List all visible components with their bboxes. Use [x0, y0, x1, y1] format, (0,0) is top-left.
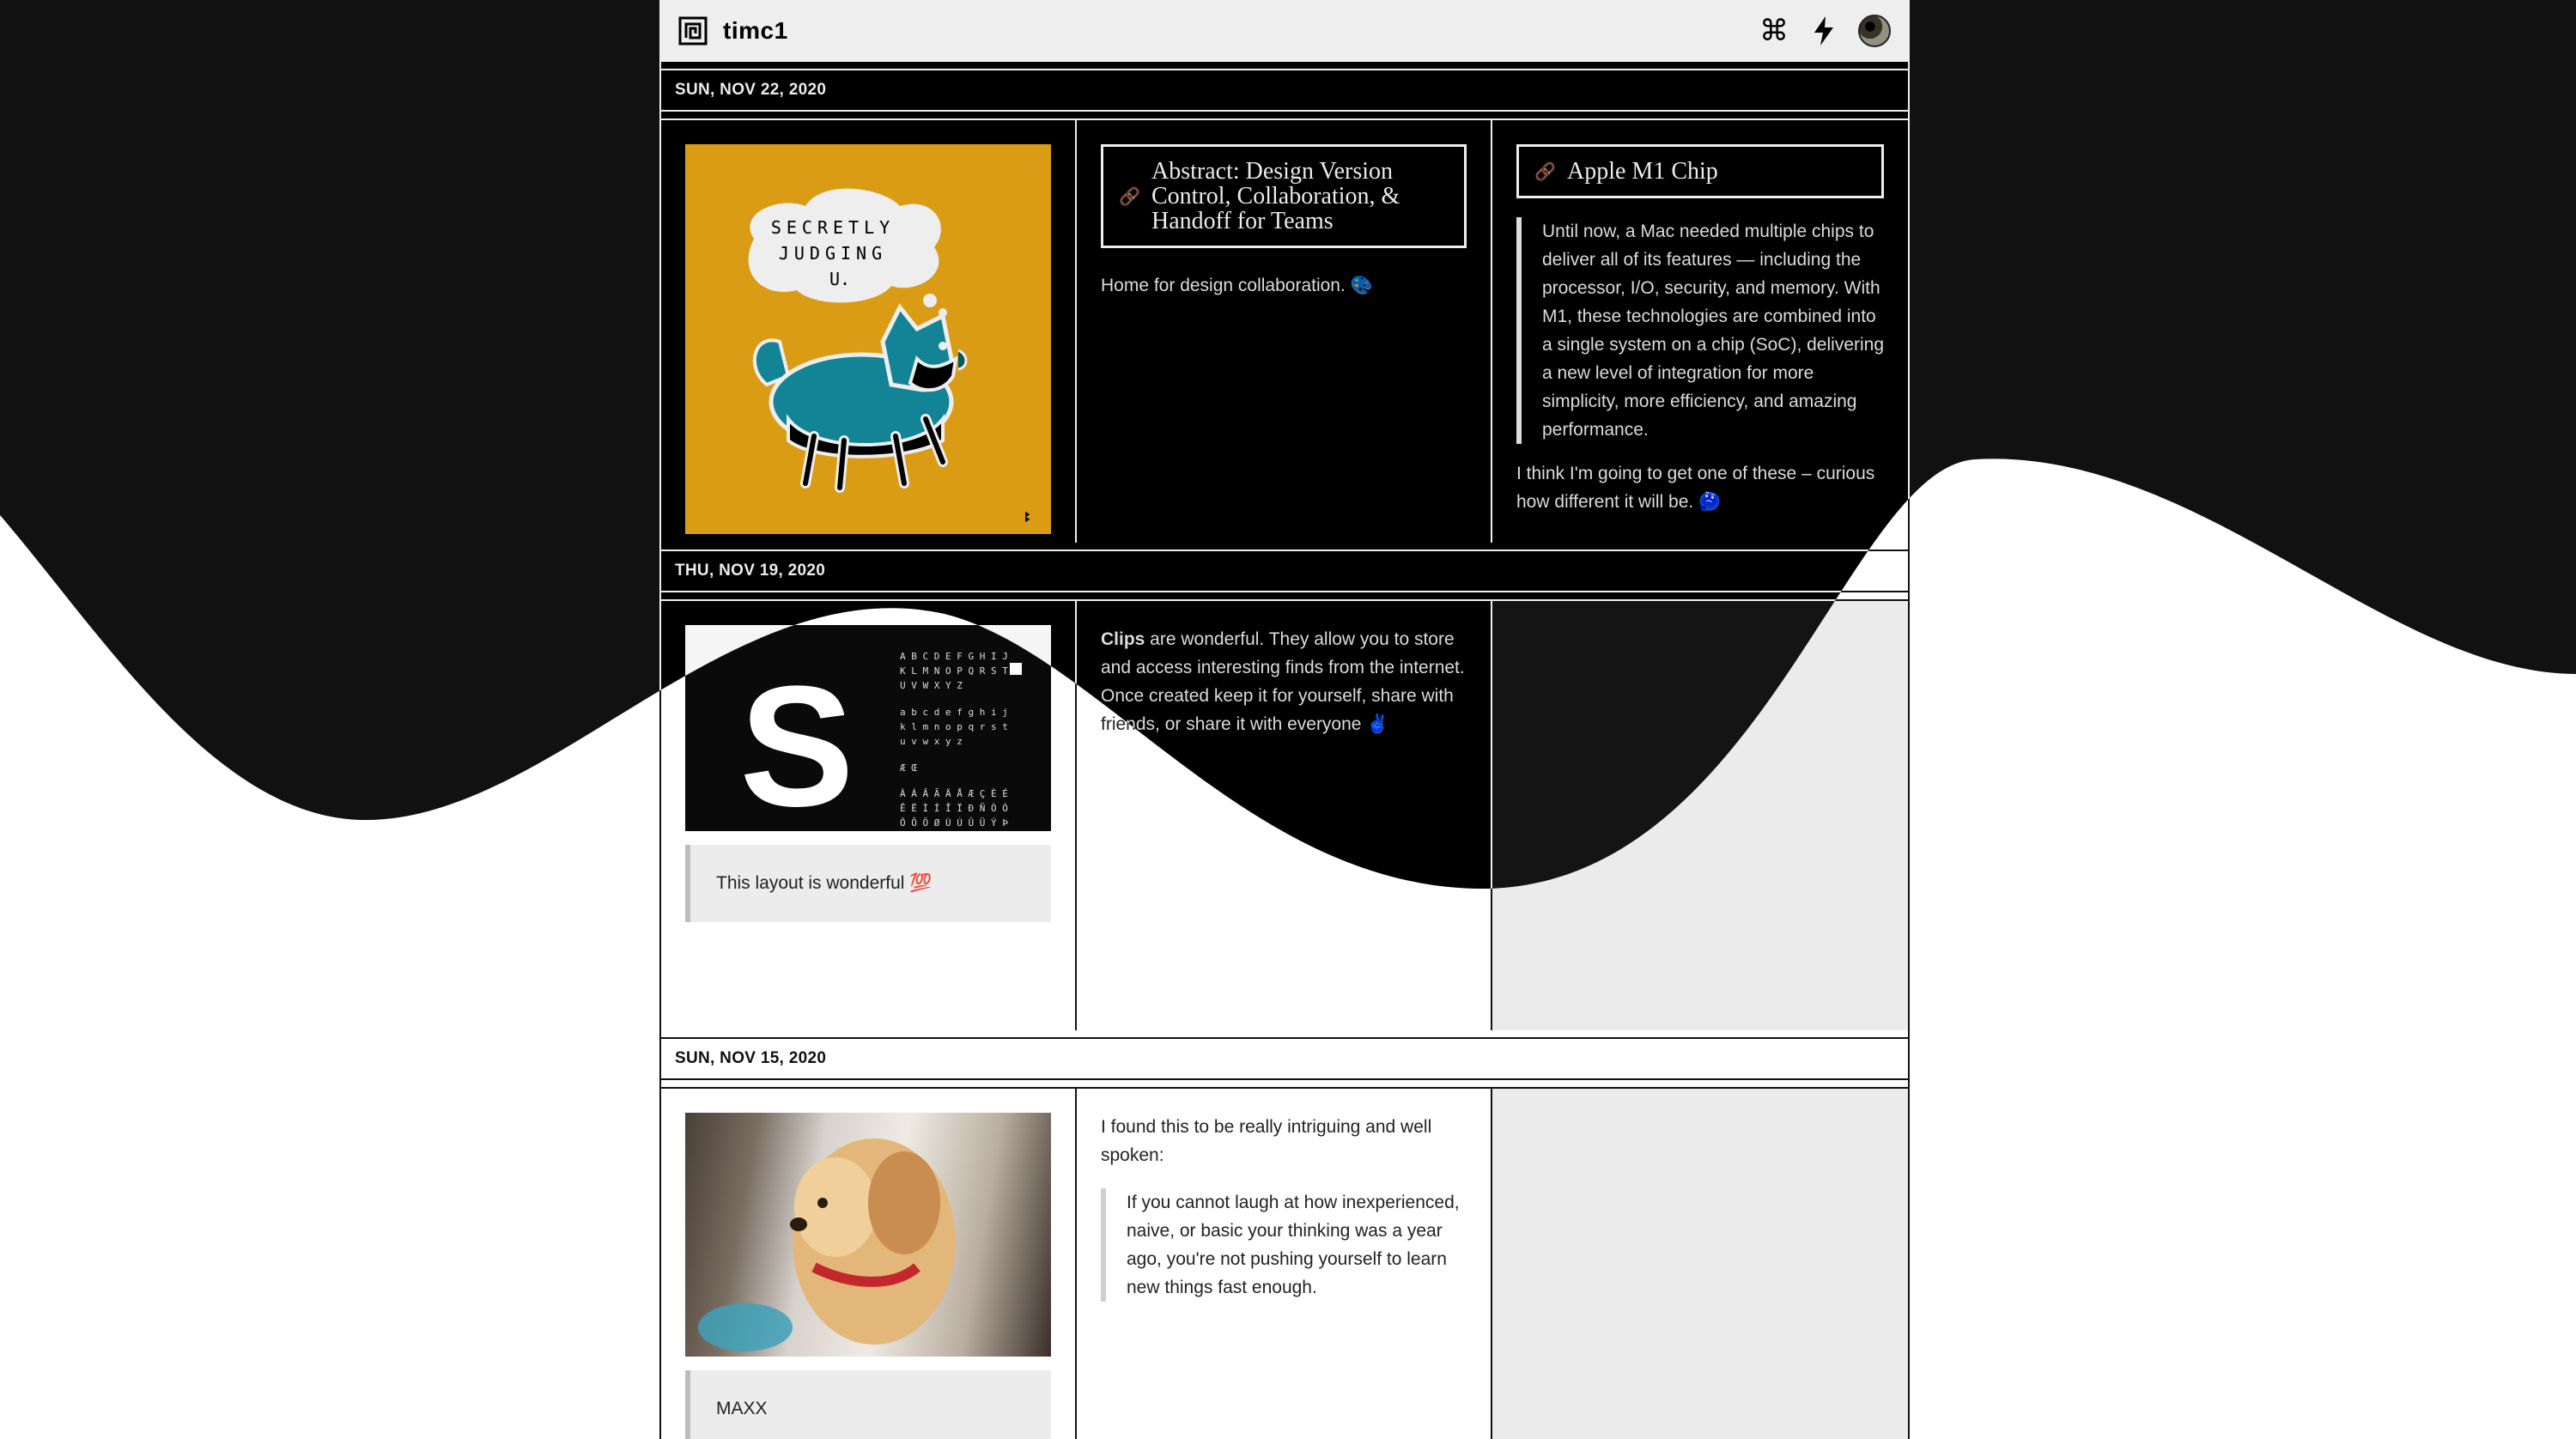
clips-bold: Clips	[1101, 629, 1145, 649]
image-caption: MAXX	[685, 1370, 1051, 1439]
lightning-icon[interactable]	[1808, 15, 1839, 46]
image-caption: This layout is wonderful 💯	[685, 845, 1051, 922]
svg-text:JUDGING: JUDGING	[779, 243, 887, 264]
blockquote: Until now, a Mac needed multiple chips t…	[1516, 217, 1884, 444]
top-actions: ⌘	[1759, 15, 1891, 47]
svg-text:ꔪ: ꔪ	[1024, 509, 1030, 525]
svg-text:k l m n o p q r s t: k l m n o p q r s t	[900, 721, 1008, 732]
link-icon: 🔗	[1119, 185, 1140, 206]
big-letter: S	[739, 651, 854, 831]
feed-column: timc1 ⌘ SUN, NOV 22, 2020 SECRETLY JUDGI…	[659, 0, 1910, 1439]
svg-text:A B C D E F G H I J: A B C D E F G H I J	[900, 651, 1008, 662]
empty-cell	[1492, 601, 1908, 1030]
text-cell: I found this to be really intriguing and…	[1077, 1089, 1492, 1439]
svg-text:U.: U.	[829, 269, 850, 289]
link-cell: 🔗 Abstract: Design Version Control, Coll…	[1077, 120, 1492, 543]
image-cell: MAXX	[661, 1089, 1077, 1439]
intro-text: I found this to be really intriguing and…	[1101, 1117, 1432, 1165]
link-description: Home for design collaboration. 🎨	[1101, 276, 1373, 295]
link-cell: 🔗 Apple M1 Chip Until now, a Mac needed …	[1492, 120, 1908, 543]
dog-illustration-image[interactable]: SECRETLY JUDGING U. ꔪ	[685, 144, 1051, 534]
svg-text:a b c d e f g h i j: a b c d e f g h i j	[900, 707, 1008, 718]
link-title: Apple M1 Chip	[1567, 158, 1718, 185]
svg-text:Ê Ë Ì Í Î Ï Ð Ñ Ò Ó: Ê Ë Ì Í Î Ï Ð Ñ Ò Ó	[900, 803, 1008, 814]
svg-text:À Á Â Ã Ä Å Æ Ç È É: À Á Â Ã Ä Å Æ Ç È É	[900, 788, 1008, 799]
blockquote: If you cannot laugh at how inexperienced…	[1101, 1188, 1467, 1302]
date-header: SUN, NOV 15, 2020	[661, 1037, 1908, 1080]
svg-text:Ô Õ Ö Ø Ù Ú Û Ü Ý Þ: Ô Õ Ö Ø Ù Ú Û Ü Ý Þ	[900, 817, 1008, 829]
link-title: Abstract: Design Version Control, Collab…	[1151, 158, 1400, 234]
command-icon[interactable]: ⌘	[1759, 15, 1789, 46]
typeface-screenshot-image[interactable]: S A B C D E F G H I J K L M N O P Q R S …	[685, 625, 1051, 831]
text-cell: Clips are wonderful. They allow you to s…	[1077, 601, 1492, 1030]
logo-icon[interactable]	[678, 16, 708, 46]
date-header: SUN, NOV 22, 2020	[661, 69, 1908, 112]
svg-text:K L M N O P Q R S T: K L M N O P Q R S T	[900, 665, 1008, 677]
date-header: THU, NOV 19, 2020	[661, 549, 1908, 592]
brand-name[interactable]: timc1	[723, 17, 788, 45]
link-card[interactable]: 🔗 Abstract: Design Version Control, Coll…	[1101, 144, 1467, 248]
note-text: I think I'm going to get one of these – …	[1516, 464, 1875, 512]
svg-text:SECRETLY: SECRETLY	[771, 217, 895, 238]
svg-text:U V W X Y Z: U V W X Y Z	[900, 680, 963, 691]
link-card[interactable]: 🔗 Apple M1 Chip	[1516, 144, 1884, 198]
image-cell: S A B C D E F G H I J K L M N O P Q R S …	[661, 601, 1077, 1030]
svg-text:u v w x y z: u v w x y z	[900, 736, 963, 747]
day-row: MAXX I found this to be really intriguin…	[661, 1087, 1908, 1439]
empty-cell	[1492, 1089, 1908, 1439]
link-icon: 🔗	[1534, 161, 1556, 181]
clips-text: Clips are wonderful. They allow you to s…	[1101, 625, 1467, 738]
image-cell: SECRETLY JUDGING U. ꔪ	[661, 120, 1077, 543]
day-row: SECRETLY JUDGING U. ꔪ 🔗 Abstract: Design…	[661, 118, 1908, 543]
top-navbar: timc1 ⌘	[661, 0, 1908, 62]
avatar[interactable]	[1858, 15, 1891, 47]
clips-rest: are wonderful. They allow you to store a…	[1101, 629, 1465, 734]
svg-text:Æ Œ: Æ Œ	[900, 762, 917, 774]
day-row: S A B C D E F G H I J K L M N O P Q R S …	[661, 599, 1908, 1030]
puppy-photo-image[interactable]	[685, 1113, 1051, 1357]
